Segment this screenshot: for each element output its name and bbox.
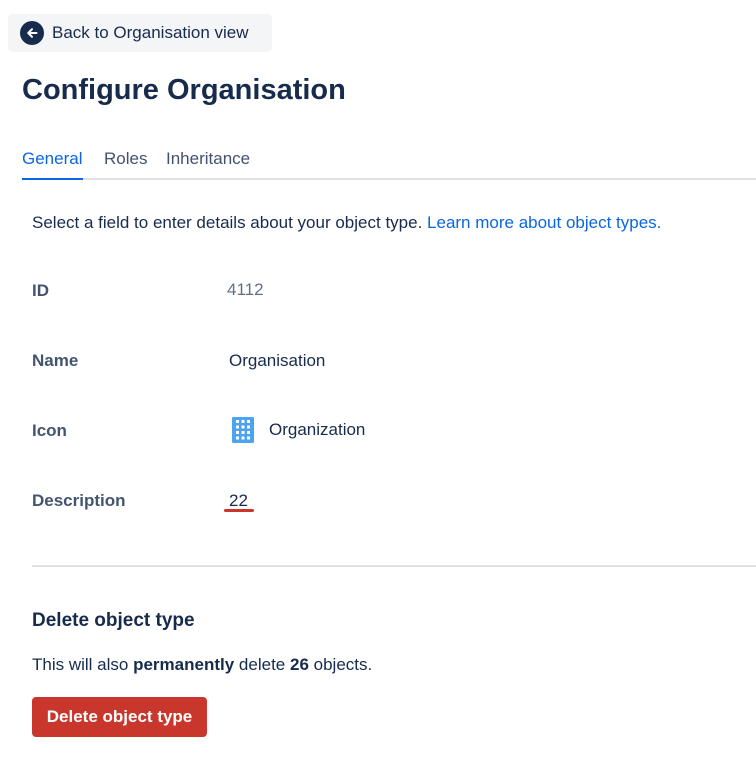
building-icon — [232, 417, 254, 443]
intro-description: Select a field to enter details about yo… — [32, 213, 423, 232]
description-field[interactable]: 22 — [224, 489, 254, 515]
description-value: 22 — [229, 491, 248, 510]
page-title: Configure Organisation — [22, 74, 346, 106]
arrow-left-circle-icon — [20, 21, 44, 45]
back-link-label: Back to Organisation view — [52, 23, 249, 42]
description-label: Description — [32, 491, 126, 510]
delete-warning-emphasis: permanently — [133, 655, 235, 674]
section-divider — [32, 565, 756, 567]
name-value[interactable]: Organisation — [229, 351, 325, 371]
active-tab-indicator — [22, 178, 83, 180]
delete-section-title: Delete object type — [32, 610, 195, 631]
back-to-organisation-view-link[interactable]: Back to Organisation view — [8, 14, 272, 52]
delete-warning-start: This will also — [32, 655, 129, 674]
id-value: 4112 — [227, 280, 264, 299]
delete-object-type-button[interactable]: Delete object type — [32, 697, 207, 737]
learn-more-link[interactable]: Learn more about object types. — [427, 213, 661, 232]
intro-text: Select a field to enter details about yo… — [32, 213, 661, 233]
icon-field[interactable]: Organization — [231, 417, 365, 443]
delete-warning-middle: delete — [238, 655, 286, 674]
tab-general[interactable]: General — [22, 149, 82, 169]
icon-label: Icon — [32, 421, 67, 440]
delete-warning-text: This will also permanently delete 26 obj… — [32, 655, 372, 675]
objects-count: 26 — [289, 655, 309, 674]
delete-warning-end: objects. — [313, 655, 373, 674]
name-label: Name — [32, 351, 79, 370]
spellcheck-underline — [224, 509, 254, 512]
tab-roles[interactable]: Roles — [104, 149, 147, 169]
tab-bar: General Roles Inheritance — [22, 145, 756, 180]
tab-inheritance[interactable]: Inheritance — [166, 149, 250, 169]
icon-value: Organization — [269, 420, 366, 439]
id-label: ID — [32, 281, 49, 300]
